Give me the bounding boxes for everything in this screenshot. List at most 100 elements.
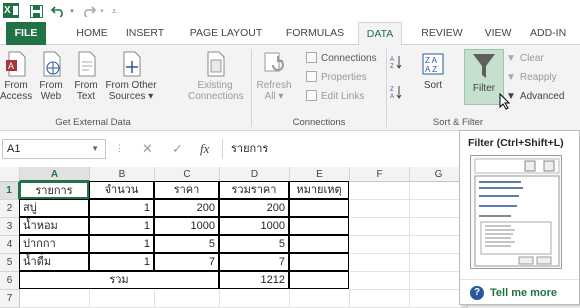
tab-view[interactable]: VIEW [480,22,516,45]
cell-a5[interactable]: น้ำดื่ม [19,253,89,271]
connections-icon [306,52,317,63]
filter-button[interactable]: Filter [464,49,504,105]
select-all-corner[interactable] [0,167,20,182]
formula-input[interactable]: รายการ [222,139,468,159]
cell-a7[interactable] [20,290,90,308]
filter-preview-image [470,155,562,269]
tab-add-ins[interactable]: ADD-IN [530,22,580,45]
cell-b1[interactable]: จำนวน [89,181,154,199]
cell-d7[interactable] [220,290,290,308]
save-icon[interactable] [28,2,44,20]
tooltip-footer[interactable]: ? Tell me more [460,279,579,305]
cell-d6[interactable]: 1212 [219,271,289,289]
cell-e5[interactable] [289,253,349,271]
enter-icon[interactable]: ✓ [172,141,183,157]
tab-data[interactable]: DATA [358,22,402,46]
reapply-button[interactable]: ▼ Reapply [506,71,557,85]
cell-a3[interactable]: น้ำหอม [19,217,89,235]
cell-e2[interactable] [289,199,349,217]
column-header-c[interactable]: C [155,167,220,182]
properties-button[interactable]: Properties [306,71,367,85]
tab-review[interactable]: REVIEW [418,22,466,45]
row-header-5[interactable]: 5 [0,254,20,272]
tab-page-layout[interactable]: PAGE LAYOUT [186,22,266,45]
row-header-7[interactable]: 7 [0,290,20,308]
connections-button[interactable]: Connections [306,52,377,66]
cell-f3[interactable] [350,218,410,236]
edit-links-button[interactable]: Edit Links [306,90,364,104]
cell-e6[interactable] [289,271,349,289]
row-header-3[interactable]: 3 [0,218,20,236]
worksheet-grid[interactable]: ABCDEFG 1 รายการ จำนวน ราคา รวมราคา หมายเหตุ 2… [0,167,468,308]
cell-a4[interactable]: ปากกา [19,235,89,253]
row-header-6[interactable]: 6 [0,272,20,290]
name-box[interactable]: A1 ▼ [2,139,106,159]
row-header-2[interactable]: 2 [0,200,20,218]
refresh-all-button[interactable]: Refresh All ▾ [256,51,292,102]
cell-d3[interactable]: 1000 [219,217,289,235]
column-header-d[interactable]: D [220,167,290,182]
cell-b7[interactable] [90,290,155,308]
cell-e4[interactable] [289,235,349,253]
existing-connections-button[interactable]: Existing Connections [188,51,244,102]
name-box-dropdown-icon[interactable]: ▼ [91,140,99,158]
cell-a2[interactable]: สบู่ [19,199,89,217]
cell-b3[interactable]: 1 [89,217,154,235]
row-header-4[interactable]: 4 [0,236,20,254]
cell-f1[interactable] [350,182,410,200]
cell-f6[interactable] [350,272,410,290]
cell-e7[interactable] [290,290,350,308]
cell-c1[interactable]: ราคา [154,181,219,199]
cell-a6[interactable]: รวม [19,271,219,289]
advanced-button[interactable]: ▼ Advanced [506,90,564,104]
redo-dropdown-icon[interactable]: ▾ [98,2,106,20]
undo-icon[interactable] [48,2,68,20]
column-header-a[interactable]: A [20,167,90,182]
customize-qat-icon[interactable]: ⩡ [108,2,120,20]
insert-function-icon[interactable]: fx [200,141,209,157]
clear-filter-icon: ▼ [506,53,516,64]
tab-home[interactable]: HOME [70,22,114,45]
undo-dropdown-icon[interactable]: ▾ [68,2,76,20]
cell-c3[interactable]: 1000 [154,217,219,235]
cell-d2[interactable]: 200 [219,199,289,217]
clear-button[interactable]: ▼ Clear [506,52,544,66]
cell-d4[interactable]: 5 [219,235,289,253]
tab-insert[interactable]: INSERT [121,22,169,45]
column-header-b[interactable]: B [90,167,155,182]
get-external-data-label: Get External Data [55,117,131,128]
cell-e3[interactable] [289,217,349,235]
cancel-icon[interactable]: ✕ [142,141,153,157]
cell-f2[interactable] [350,200,410,218]
sort-button[interactable]: Z AA Z Sort [418,51,448,91]
cell-c5[interactable]: 7 [154,253,219,271]
cell-c7[interactable] [155,290,220,308]
tab-file[interactable]: FILE [6,22,46,45]
tab-formulas[interactable]: FORMULAS [282,22,348,45]
cell-c2[interactable]: 200 [154,199,219,217]
cell-b5[interactable]: 1 [89,253,154,271]
sort-za-icon: ZA [390,86,402,100]
cell-b4[interactable]: 1 [89,235,154,253]
cell-d1[interactable]: รวมราคา [219,181,289,199]
svg-text:A Z: A Z [425,65,437,74]
column-header-f[interactable]: F [350,167,410,182]
sort-z-to-a-button[interactable]: ZA [389,85,403,102]
from-web-button[interactable]: From Web [35,51,67,102]
from-access-button[interactable]: A From Access [0,51,32,102]
from-other-sources-button[interactable]: From Other Sources ▾ [104,51,158,102]
cell-a1[interactable]: รายการ [19,181,89,199]
tell-me-more-link[interactable]: Tell me more [490,287,557,299]
sort-a-to-z-button[interactable]: AZ [389,55,403,72]
cell-b2[interactable]: 1 [89,199,154,217]
row-header-1[interactable]: 1 [0,182,20,200]
column-header-e[interactable]: E [290,167,350,182]
cell-f7[interactable] [350,290,410,308]
cell-f4[interactable] [350,236,410,254]
cell-e1[interactable]: หมายเหตุ [289,181,349,199]
cell-c4[interactable]: 5 [154,235,219,253]
cell-d5[interactable]: 7 [219,253,289,271]
cell-f5[interactable] [350,254,410,272]
from-text-button[interactable]: From Text [70,51,102,102]
redo-icon[interactable] [80,2,98,20]
